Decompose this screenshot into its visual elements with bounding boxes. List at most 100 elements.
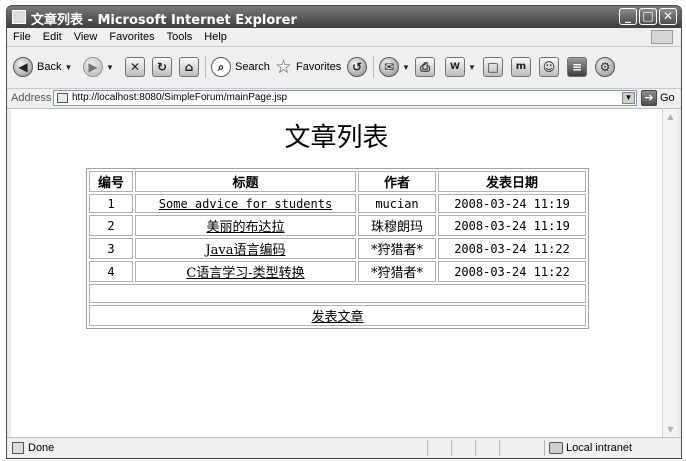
page-content: 文章列表 编号 标题 作者 发表日期 1 Some advice for stu… xyxy=(11,109,662,437)
mail-icon: ✉ xyxy=(379,57,399,77)
extra-tool-button[interactable]: ⚙ xyxy=(595,55,615,79)
edit-icon: W xyxy=(445,57,465,77)
address-label: Address xyxy=(11,92,52,104)
table-row: 3 Java语言编码 *狩猎者* 2008-03-24 11:22 xyxy=(89,238,586,259)
back-label: Back xyxy=(37,61,62,73)
edit-dropdown-icon[interactable]: ▼ xyxy=(468,63,476,72)
tools-icon: ⚙ xyxy=(595,57,615,77)
status-divider xyxy=(499,440,500,456)
scroll-up-icon[interactable]: ▲ xyxy=(664,110,677,123)
print-button[interactable]: ⎙ xyxy=(415,55,435,79)
windows-logo-icon xyxy=(651,30,673,44)
discuss-icon: □ xyxy=(483,57,503,77)
column-header-author: 作者 xyxy=(358,171,436,192)
home-icon: ⌂ xyxy=(179,57,199,77)
go-arrow-icon[interactable]: ➔ xyxy=(641,90,657,106)
forward-icon: ▶ xyxy=(83,57,103,77)
row-id: 4 xyxy=(89,261,133,282)
sidebar-button[interactable]: ≡ xyxy=(567,55,587,79)
article-link[interactable]: 美丽的布达拉 xyxy=(206,220,284,235)
row-author: *狩猎者* xyxy=(358,238,436,259)
status-bar: Done Local intranet xyxy=(7,437,681,458)
article-link[interactable]: Some advice for students xyxy=(159,197,332,211)
discuss-button[interactable]: □ xyxy=(483,55,503,79)
research-icon: m xyxy=(511,57,531,77)
status-divider xyxy=(544,440,545,456)
empty-cell xyxy=(89,284,586,303)
refresh-icon: ↻ xyxy=(152,57,172,77)
toolbar-separator xyxy=(205,56,206,78)
row-id: 2 xyxy=(89,215,133,236)
post-row: 发表文章 xyxy=(89,305,586,326)
stop-button[interactable]: ✕ xyxy=(125,55,145,79)
article-link[interactable]: Java语言编码 xyxy=(205,243,285,258)
row-title-cell: 美丽的布达拉 xyxy=(135,215,356,236)
articles-table: 编号 标题 作者 发表日期 1 Some advice for students… xyxy=(86,168,589,329)
menu-file[interactable]: File xyxy=(7,28,37,44)
status-divider xyxy=(475,440,476,456)
refresh-button[interactable]: ↻ xyxy=(152,55,172,79)
maximize-button[interactable]: □ xyxy=(639,8,657,25)
back-dropdown-icon[interactable]: ▼ xyxy=(64,63,72,72)
messenger-button[interactable]: ☺ xyxy=(539,55,559,79)
row-author: mucian xyxy=(358,194,436,213)
row-id: 1 xyxy=(89,194,133,213)
page-icon xyxy=(57,93,68,103)
column-header-date: 发表日期 xyxy=(438,171,586,192)
vertical-scrollbar[interactable]: ▲ ▼ xyxy=(662,109,677,437)
column-header-title: 标题 xyxy=(135,171,356,192)
research-button[interactable]: m xyxy=(511,55,531,79)
minimize-button[interactable]: _ xyxy=(619,8,637,25)
scroll-down-icon[interactable]: ▼ xyxy=(664,423,677,436)
empty-row xyxy=(89,284,586,303)
go-button[interactable]: Go xyxy=(660,92,675,104)
mail-button[interactable]: ✉ ▼ xyxy=(379,55,410,79)
row-date: 2008-03-24 11:19 xyxy=(438,215,586,236)
article-link[interactable]: C语言学习-类型转换 xyxy=(186,266,304,281)
forward-button[interactable]: ▶ ▼ xyxy=(83,55,114,79)
title-bar: 文章列表 - Microsoft Internet Explorer _ □ ✕ xyxy=(7,6,681,28)
mail-dropdown-icon[interactable]: ▼ xyxy=(402,63,410,72)
table-row: 1 Some advice for students mucian 2008-0… xyxy=(89,194,586,213)
menu-tools[interactable]: Tools xyxy=(161,28,199,44)
zone-text: Local intranet xyxy=(566,442,633,454)
status-text: Done xyxy=(28,442,55,454)
row-author: 珠穆朗玛 xyxy=(358,215,436,236)
history-button[interactable]: ↺ xyxy=(347,55,367,79)
row-title-cell: Java语言编码 xyxy=(135,238,356,259)
back-button[interactable]: ◀ Back ▼ xyxy=(13,55,72,79)
row-author: *狩猎者* xyxy=(358,261,436,282)
status-divider xyxy=(427,440,428,456)
search-button[interactable]: ⌕ Search xyxy=(211,55,270,79)
table-header-row: 编号 标题 作者 发表日期 xyxy=(89,171,586,192)
menu-view[interactable]: View xyxy=(68,28,104,44)
row-id: 3 xyxy=(89,238,133,259)
menu-edit[interactable]: Edit xyxy=(37,28,68,44)
favorites-button[interactable]: ☆ Favorites xyxy=(275,55,341,79)
address-url: http://localhost:8080/SimpleForum/mainPa… xyxy=(72,92,288,103)
favorites-star-icon: ☆ xyxy=(275,56,293,78)
menu-help[interactable]: Help xyxy=(198,28,233,44)
forward-dropdown-icon[interactable]: ▼ xyxy=(106,63,114,72)
address-dropdown-icon[interactable]: ▼ xyxy=(622,92,635,104)
menu-favorites[interactable]: Favorites xyxy=(103,28,160,44)
menu-bar: File Edit View Favorites Tools Help xyxy=(7,28,681,47)
home-button[interactable]: ⌂ xyxy=(179,55,199,79)
row-date: 2008-03-24 11:22 xyxy=(438,238,586,259)
edit-button[interactable]: W ▼ xyxy=(445,55,476,79)
post-article-link[interactable]: 发表文章 xyxy=(311,310,363,325)
post-cell: 发表文章 xyxy=(89,305,586,326)
print-icon: ⎙ xyxy=(415,57,435,77)
page-icon: ≡ xyxy=(567,57,587,77)
page-title: 文章列表 xyxy=(284,123,389,153)
history-icon: ↺ xyxy=(347,57,367,77)
table-row: 4 C语言学习-类型转换 *狩猎者* 2008-03-24 11:22 xyxy=(89,261,586,282)
intranet-icon xyxy=(549,442,563,454)
search-icon: ⌕ xyxy=(211,57,231,77)
back-icon: ◀ xyxy=(13,57,33,77)
close-button[interactable]: ✕ xyxy=(659,8,677,25)
messenger-icon: ☺ xyxy=(539,57,559,77)
toolbar-separator xyxy=(373,56,374,78)
stop-icon: ✕ xyxy=(125,57,145,77)
address-input[interactable]: http://localhost:8080/SimpleForum/mainPa… xyxy=(53,90,637,106)
